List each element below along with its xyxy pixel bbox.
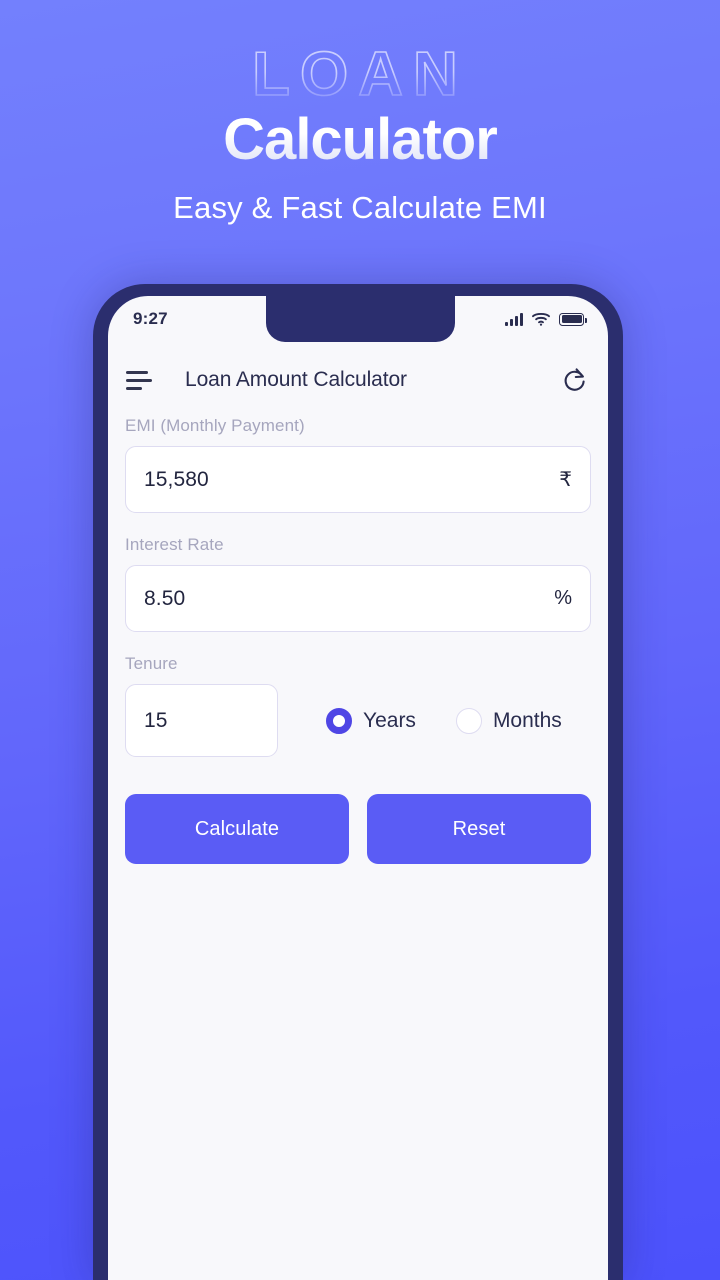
app-bar: Loan Amount Calculator [108,352,608,408]
promo-title: Calculator [0,108,720,172]
emi-label: EMI (Monthly Payment) [125,416,305,435]
refresh-icon[interactable] [560,365,590,395]
reset-button[interactable]: Reset [367,794,591,864]
promo-header: LOAN Calculator Easy & Fast Calculate EM… [0,0,720,260]
radio-option-months[interactable]: Months [455,707,562,734]
phone-frame: 9:27 Loan Amount Calculator EMI (Monthly… [93,284,623,1280]
battery-full-icon [559,312,587,326]
emi-input[interactable]: 15,580 ₹ [125,446,591,513]
percent-icon: % [554,587,572,609]
emi-value: 15,580 [144,467,209,491]
radio-months-label: Months [492,708,562,732]
wifi-icon [532,313,550,326]
page-title: Loan Amount Calculator [185,368,407,391]
interest-rate-input[interactable]: 8.50 % [125,565,591,632]
rupee-icon: ₹ [559,469,572,491]
status-icon-group [505,312,587,326]
radio-years-label: Years [363,708,416,732]
tenure-unit-radio-group: Years Months [278,707,591,734]
promo-outline-text: LOAN [251,40,468,109]
interest-rate-value: 8.50 [144,586,186,610]
tenure-value: 15 [144,708,168,732]
tenure-label: Tenure [125,654,178,673]
tenure-row: 15 Years Months [125,684,591,757]
interest-rate-label: Interest Rate [125,535,224,554]
phone-screen: 9:27 Loan Amount Calculator EMI (Monthly… [108,296,608,1280]
radio-option-years[interactable]: Years [326,707,416,734]
action-button-row: Calculate Reset [125,794,591,864]
signal-bars-icon [505,312,523,326]
radio-months-icon[interactable] [455,707,482,734]
tenure-input[interactable]: 15 [125,684,278,757]
hamburger-menu-icon[interactable] [124,364,156,396]
loan-form: EMI (Monthly Payment) 15,580 ₹ Interest … [108,416,608,864]
promo-subtitle: Easy & Fast Calculate EMI [173,190,547,225]
calculate-button[interactable]: Calculate [125,794,349,864]
phone-notch [266,296,455,342]
radio-years-icon[interactable] [326,707,352,734]
status-time: 9:27 [133,309,168,328]
